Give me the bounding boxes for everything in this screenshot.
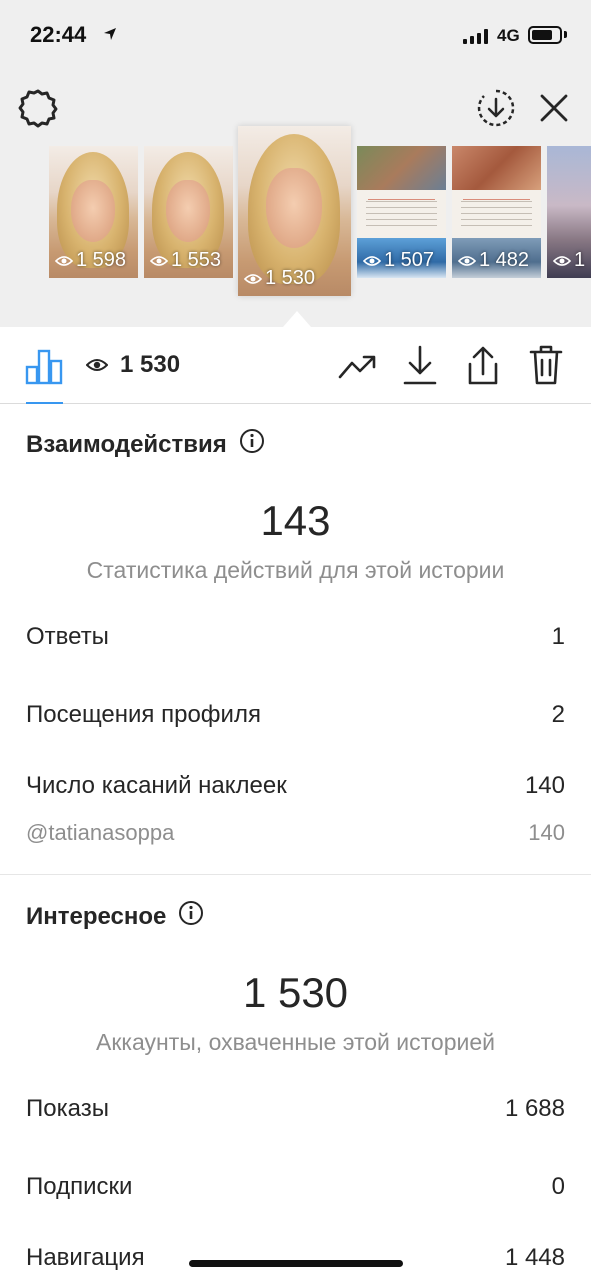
thumbnail-views: 1 507 [363, 249, 434, 272]
info-icon[interactable] [178, 900, 204, 933]
battery-tip [564, 31, 567, 38]
metric-value: 140 [524, 772, 565, 799]
status-bar: 22:44 4G [0, 0, 591, 70]
thumbnail-views-count: 1 507 [384, 249, 435, 271]
story-thumbnail[interactable]: 1 482 [452, 146, 541, 278]
metric-label: Показы [26, 1095, 109, 1122]
thumbnail-views-count: 1 553 [171, 249, 222, 271]
metric-value: 0 [551, 1173, 565, 1200]
delete-trash-icon[interactable] [526, 342, 566, 388]
selected-caret [283, 311, 311, 327]
interactions-subtitle: Статистика действий для этой истории [86, 557, 505, 583]
section-divider [0, 874, 591, 875]
home-indicator[interactable] [189, 1260, 403, 1267]
signal-icon [463, 29, 488, 44]
location-arrow-icon [103, 27, 117, 46]
close-icon[interactable] [532, 86, 576, 130]
metric-row-navigation: Навигация 1 448 [26, 1244, 565, 1272]
metric-label: Число касаний наклеек [26, 772, 287, 799]
discovery-total: 1 530 [242, 969, 349, 1016]
thumbnail-views: 1 530 [244, 267, 315, 290]
thumbnail-views: 1 [553, 249, 585, 272]
metric-label: Подписки [26, 1173, 133, 1200]
battery-icon [528, 26, 562, 44]
info-icon[interactable] [239, 428, 265, 461]
thumbnail-views: 1 553 [150, 249, 221, 272]
active-tab-indicator [26, 402, 63, 404]
discovery-subtitle: Аккаунты, охваченные этой историей [96, 1029, 495, 1055]
metric-row-sticker-mention[interactable]: @tatianasoppa 140 [26, 820, 565, 846]
metric-row-follows: Подписки 0 [26, 1173, 565, 1201]
story-thumbnail[interactable]: 1 [547, 146, 591, 278]
metric-row-sticker-taps: Число касаний наклеек 140 [26, 772, 565, 800]
story-thumbnail-selected[interactable]: 1 530 [238, 126, 351, 296]
insights-bar-chart-icon[interactable] [24, 346, 64, 386]
metric-label: Навигация [26, 1244, 145, 1271]
share-icon[interactable] [462, 342, 504, 388]
download-circle-icon[interactable] [474, 86, 518, 130]
network-type: 4G [497, 26, 520, 45]
save-download-icon[interactable] [400, 342, 440, 388]
story-views: 1 530 [86, 351, 180, 379]
metric-row-profile-visits: Посещения профиля 2 [26, 701, 565, 729]
story-thumbnail[interactable]: 1 598 [49, 146, 138, 278]
promote-trend-icon[interactable] [337, 346, 379, 386]
thumbnail-views-count: 1 530 [265, 267, 316, 289]
metric-label: Ответы [26, 623, 109, 650]
story-views-count: 1 530 [120, 351, 181, 378]
thumbnail-views-count: 1 [574, 249, 586, 271]
metric-value: 1 [551, 623, 565, 650]
metric-value: 1 688 [504, 1095, 565, 1122]
status-time: 22:44 [30, 22, 87, 47]
interactions-total: 143 [260, 497, 331, 544]
metric-label: Посещения профиля [26, 701, 261, 728]
discovery-section-title: Интересное [26, 900, 204, 933]
thumbnail-views: 1 482 [458, 249, 529, 272]
metric-value: 1 448 [504, 1244, 565, 1271]
settings-gear-icon[interactable] [16, 86, 60, 130]
metric-row-impressions: Показы 1 688 [26, 1095, 565, 1123]
discovery-title-text: Интересное [26, 902, 167, 930]
metric-row-replies: Ответы 1 [26, 623, 565, 651]
thumbnail-views-count: 1 598 [76, 249, 127, 271]
thumbnail-views: 1 598 [55, 249, 126, 272]
metric-value: 2 [551, 701, 565, 728]
sticker-mention-label: @tatianasoppa [26, 820, 175, 845]
story-thumbnail[interactable]: 1 507 [357, 146, 446, 278]
thumbnail-views-count: 1 482 [479, 249, 530, 271]
interactions-section-title: Взаимодействия [26, 428, 265, 461]
interactions-title-text: Взаимодействия [26, 430, 227, 458]
sticker-mention-value: 140 [528, 820, 565, 845]
eye-icon [86, 359, 108, 371]
story-thumbnail[interactable]: 1 553 [144, 146, 233, 278]
